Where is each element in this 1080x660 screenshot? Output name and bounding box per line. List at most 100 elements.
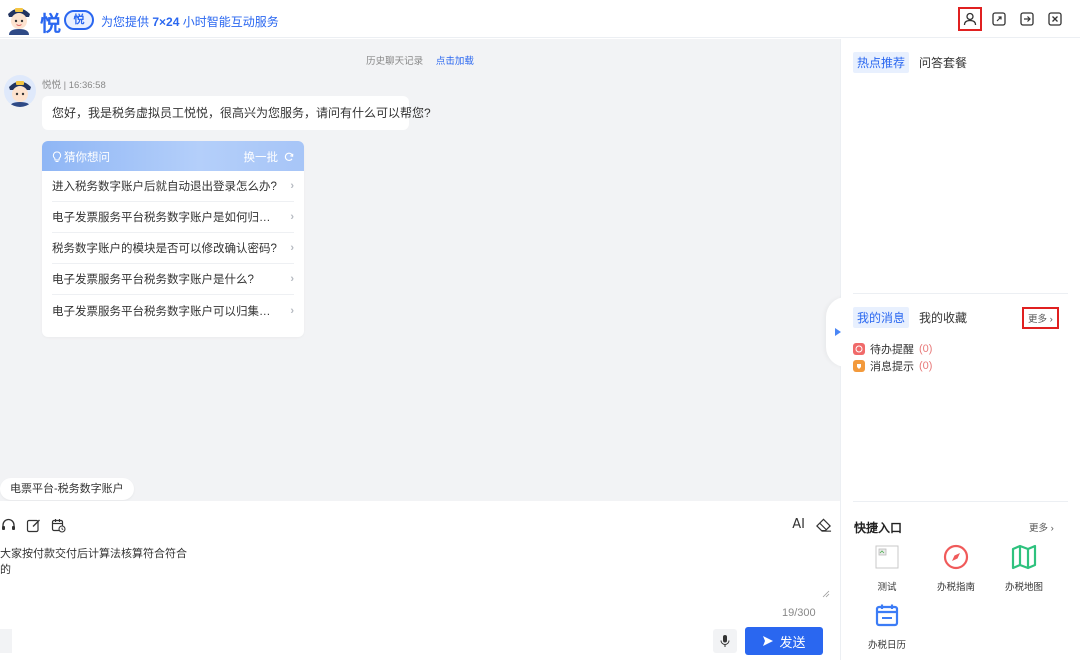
- guess-title: 猜你想问: [52, 149, 110, 165]
- left-edge-tab: [0, 629, 12, 653]
- mascot-logo-icon: [4, 3, 34, 35]
- customer-service-button[interactable]: [0, 517, 17, 534]
- brand-badge: 悦: [64, 10, 94, 30]
- quick-item-tax-calendar[interactable]: 办税日历: [857, 601, 917, 651]
- quick-item-label: 办税地图: [1004, 582, 1043, 593]
- topic-tag-chip[interactable]: 电票平台-税务数字账户: [0, 478, 134, 500]
- tab-qa-package[interactable]: 问答套餐: [915, 52, 971, 73]
- resize-grip-icon[interactable]: [822, 590, 830, 598]
- todo-count: (0): [919, 343, 933, 355]
- notice-label: 消息提示: [870, 361, 914, 373]
- chevron-right-icon: ›: [290, 304, 294, 317]
- user-profile-button[interactable]: [958, 7, 982, 31]
- guess-item-text: 电子发票服务平台税务数字账户可以归集哪些发票?: [52, 305, 280, 318]
- calendar-icon: [873, 601, 901, 629]
- calendar-clock-icon: [51, 519, 66, 533]
- chat-area[interactable]: 历史聊天记录 点击加载 悦悦 | 16:36:58 您好，我是税务虚拟员工悦悦，…: [0, 39, 840, 501]
- input-area: AI 大家按付款交付后计算法核算符合符合 的 19/300 发送: [0, 501, 840, 660]
- guess-item-text: 电子发票服务平台税务数字账户是如何归集发票的?: [52, 212, 280, 224]
- quick-item-tax-map[interactable]: 办税地图: [994, 543, 1054, 593]
- more-messages-button[interactable]: 更多 ›: [1022, 307, 1059, 329]
- quick-more-button[interactable]: 更多 ›: [1029, 520, 1054, 534]
- guess-item[interactable]: 进入税务数字账户后就自动退出登录怎么办? ›: [52, 171, 294, 202]
- swap-batch-button[interactable]: 换一批: [244, 149, 295, 165]
- tab-my-favorites[interactable]: 我的收藏: [915, 307, 971, 328]
- recommend-tabs: 热点推荐 问答套餐: [853, 52, 971, 73]
- close-icon: [1048, 12, 1062, 26]
- slogan-suffix: 小时智能互动服务: [182, 15, 279, 29]
- voice-input-button[interactable]: [713, 629, 737, 653]
- guess-title-text: 猜你想问: [64, 152, 110, 164]
- exit-window-icon: [1020, 12, 1034, 26]
- todo-reminder-row[interactable]: 待办提醒 (0): [853, 341, 932, 357]
- guess-card: 猜你想问 换一批 进入税务数字账户后就自动退出登录怎么办? › 电子发票服务平台税…: [42, 141, 304, 337]
- chevron-right-icon: ›: [290, 242, 294, 254]
- guess-item-text: 税务数字账户的模块是否可以修改确认密码?: [52, 243, 277, 255]
- chevron-right-icon: ›: [290, 180, 294, 192]
- lightbulb-icon: [52, 151, 62, 162]
- message-notice-row[interactable]: 消息提示 (0): [853, 358, 932, 374]
- fullscreen-button[interactable]: [989, 9, 1009, 29]
- brand-logo: 悦: [40, 12, 62, 36]
- feedback-button[interactable]: [25, 517, 42, 534]
- microphone-icon: [720, 635, 730, 647]
- input-toolbar-right: AI: [792, 516, 832, 533]
- map-icon: [1010, 543, 1038, 571]
- send-icon: [763, 636, 774, 646]
- guess-header: 猜你想问 换一批: [42, 141, 304, 171]
- notice-icon: [853, 360, 865, 372]
- todo-label: 待办提醒: [870, 344, 914, 356]
- message-input[interactable]: 大家按付款交付后计算法核算符合符合 的: [0, 546, 200, 578]
- expand-icon: [992, 12, 1006, 26]
- guess-item[interactable]: 电子发票服务平台税务数字账户是什么? ›: [52, 264, 294, 295]
- input-toolbar: [0, 517, 67, 534]
- message-input-line: 的: [0, 564, 11, 576]
- quick-entry-title: 快捷入口: [854, 521, 903, 535]
- slogan-bold: 7×24: [152, 15, 180, 29]
- swap-label: 换一批: [243, 152, 279, 164]
- ai-button[interactable]: AI: [792, 517, 805, 532]
- headset-icon: [2, 518, 15, 530]
- char-counter: 19/300: [782, 607, 816, 619]
- message-tabs: 我的消息 我的收藏: [853, 307, 971, 328]
- tab-hot-recommend[interactable]: 热点推荐: [853, 52, 910, 73]
- guess-item[interactable]: 电子发票服务平台税务数字账户可以归集哪些发票? ›: [52, 295, 294, 326]
- guess-item[interactable]: 税务数字账户的模块是否可以修改确认密码? ›: [52, 233, 294, 264]
- tab-my-messages[interactable]: 我的消息: [853, 307, 910, 328]
- reminder-icon: [853, 343, 865, 355]
- section-divider: [853, 293, 1068, 294]
- chevron-right-icon: ›: [290, 211, 294, 223]
- bot-meta: 悦悦 | 16:36:58: [42, 80, 106, 91]
- clear-button[interactable]: [815, 516, 832, 533]
- message-input-line: 大家按付款交付后计算法核算符合符合: [0, 548, 187, 560]
- section-divider: [853, 501, 1068, 502]
- send-label: 发送: [779, 634, 806, 650]
- chevron-right-icon: ›: [290, 273, 294, 285]
- close-button[interactable]: [1045, 9, 1065, 29]
- compass-icon: [942, 543, 970, 571]
- edit-icon: [26, 519, 40, 533]
- header-slogan: 为您提供 7×24 小时智能互动服务: [101, 13, 279, 30]
- notice-count: (0): [919, 360, 933, 372]
- load-history-link[interactable]: 点击加载: [436, 56, 474, 67]
- mascot-avatar-icon: [9, 81, 31, 107]
- schedule-button[interactable]: [50, 517, 67, 534]
- refresh-icon: [284, 152, 294, 161]
- right-panel: 热点推荐 问答套餐 我的消息 我的收藏 更多 › 待办提醒 (0) 消息提示 (…: [841, 39, 1080, 660]
- history-label: 历史聊天记录: [366, 56, 424, 67]
- guess-list: 进入税务数字账户后就自动退出登录怎么办? › 电子发票服务平台税务数字账户是如何归…: [42, 171, 304, 326]
- quick-item-test[interactable]: 测试: [857, 543, 917, 593]
- bot-greeting-bubble: 您好，我是税务虚拟员工悦悦，很高兴为您服务，请问有什么可以帮您?: [42, 96, 431, 130]
- slogan-prefix: 为您提供: [101, 15, 150, 29]
- broken-image-icon: [873, 543, 901, 571]
- guess-item-text: 进入税务数字账户后就自动退出登录怎么办?: [52, 181, 277, 193]
- minimize-button[interactable]: [1017, 9, 1037, 29]
- quick-item-label: 测试: [877, 582, 897, 593]
- quick-item-label: 办税指南: [936, 582, 975, 593]
- quick-item-tax-guide[interactable]: 办税指南: [926, 543, 986, 593]
- send-button[interactable]: 发送: [745, 627, 823, 655]
- quick-item-label: 办税日历: [867, 640, 906, 651]
- eraser-icon: [816, 517, 832, 532]
- guess-item[interactable]: 电子发票服务平台税务数字账户是如何归集发票的? ›: [52, 202, 294, 233]
- app-header: 悦 悦 为您提供 7×24 小时智能互动服务: [0, 0, 1080, 38]
